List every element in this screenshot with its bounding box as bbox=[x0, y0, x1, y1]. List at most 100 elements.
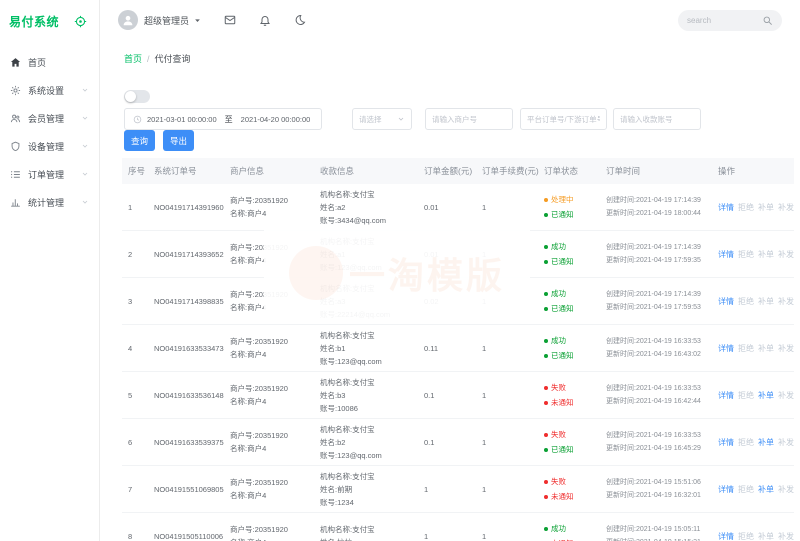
search-icon[interactable] bbox=[762, 15, 773, 26]
column-header: 收款信息 bbox=[314, 165, 418, 177]
action-link[interactable]: 详情 bbox=[718, 438, 734, 447]
breadcrumb-current: 代付查询 bbox=[155, 52, 191, 65]
row-payee-info: 机构名称:支付宝姓名:a2账号:3434@qq.com bbox=[314, 188, 418, 227]
action-link[interactable]: 补单 bbox=[758, 485, 774, 494]
sidebar-item-orders[interactable]: 订单管理 bbox=[0, 160, 99, 188]
status-dot-icon bbox=[544, 307, 548, 311]
action-link[interactable]: 补发 bbox=[778, 485, 794, 494]
row-fee: 1 bbox=[476, 530, 538, 541]
chevron-down-icon bbox=[81, 86, 89, 94]
row-actions: 详情拒绝补单补发 bbox=[712, 202, 794, 213]
target-icon[interactable] bbox=[74, 15, 87, 28]
row-status: 失败未通知 bbox=[538, 474, 600, 504]
sidebar-item-members[interactable]: 会员管理 bbox=[0, 104, 99, 132]
filter-row: 2021-03-01 00:00:00 至 2021-04-20 00:00:0… bbox=[124, 108, 701, 130]
row-order-no: NO04191505110006 bbox=[148, 530, 224, 541]
column-header: 系统订单号 bbox=[148, 165, 224, 177]
status-label: 处理中 bbox=[551, 192, 574, 207]
action-link[interactable]: 补单 bbox=[758, 438, 774, 447]
date-range-picker[interactable]: 2021-03-01 00:00:00 至 2021-04-20 00:00:0… bbox=[124, 108, 322, 130]
action-link[interactable]: 补单 bbox=[758, 203, 774, 212]
query-button[interactable]: 查询 bbox=[124, 130, 155, 151]
payee-account-input[interactable] bbox=[613, 108, 701, 130]
row-merchant-info: 商户号:20351920名称:商户4 bbox=[224, 288, 314, 314]
action-link[interactable]: 补发 bbox=[778, 391, 794, 400]
action-link[interactable]: 拒绝 bbox=[738, 203, 754, 212]
row-amount: 0.01 bbox=[418, 201, 476, 214]
row-payee-info: 机构名称:支付宝姓名:a3账号:22214@qq.com bbox=[314, 282, 418, 321]
sidebar-item-label: 系统设置 bbox=[28, 84, 64, 97]
select-placeholder: 请选择 bbox=[359, 114, 382, 125]
action-link[interactable]: 补单 bbox=[758, 250, 774, 259]
table-body: 1NO04191714391960商户号:20351920名称:商户4机构名称:… bbox=[122, 184, 794, 541]
row-actions: 详情拒绝补单补发 bbox=[712, 343, 794, 354]
sidebar-item-statistics[interactable]: 统计管理 bbox=[0, 188, 99, 216]
row-amount: 1 bbox=[418, 530, 476, 541]
row-actions: 详情拒绝补单补发 bbox=[712, 531, 794, 541]
logo-row: 易付系统 bbox=[0, 0, 99, 30]
action-link[interactable]: 补单 bbox=[758, 391, 774, 400]
column-header: 订单金额(元) bbox=[418, 165, 476, 177]
filter-toggle-switch[interactable] bbox=[124, 90, 150, 103]
table-row: 4NO04191633533473商户号:20351920名称:商户4机构名称:… bbox=[122, 325, 794, 372]
sidebar-item-label: 统计管理 bbox=[28, 196, 64, 209]
sidebar-item-label: 设备管理 bbox=[28, 140, 64, 153]
app-title: 易付系统 bbox=[9, 13, 59, 30]
export-button[interactable]: 导出 bbox=[163, 130, 194, 151]
row-index: 5 bbox=[122, 389, 148, 402]
moon-icon[interactable] bbox=[294, 14, 306, 26]
row-actions: 详情拒绝补单补发 bbox=[712, 249, 794, 260]
row-amount: 0.1 bbox=[418, 436, 476, 449]
action-link[interactable]: 补发 bbox=[778, 250, 794, 259]
search-input[interactable] bbox=[687, 16, 759, 25]
breadcrumb-home-link[interactable]: 首页 bbox=[124, 52, 142, 65]
status-select[interactable]: 请选择 bbox=[352, 108, 412, 130]
status-label: 失败 bbox=[551, 474, 566, 489]
action-link[interactable]: 拒绝 bbox=[738, 297, 754, 306]
action-link[interactable]: 补发 bbox=[778, 344, 794, 353]
row-payee-info: 机构名称:支付宝姓名:b2账号:123@qq.com bbox=[314, 423, 418, 462]
action-link[interactable]: 补发 bbox=[778, 297, 794, 306]
sidebar: 易付系统 首页 系统设置 会员管理 bbox=[0, 0, 100, 541]
sidebar-item-system-settings[interactable]: 系统设置 bbox=[0, 76, 99, 104]
action-link[interactable]: 详情 bbox=[718, 485, 734, 494]
status-dot-icon bbox=[544, 495, 548, 499]
action-link[interactable]: 拒绝 bbox=[738, 485, 754, 494]
status-label: 未通知 bbox=[551, 395, 574, 410]
mail-icon[interactable] bbox=[224, 14, 236, 26]
sidebar-item-devices[interactable]: 设备管理 bbox=[0, 132, 99, 160]
action-link[interactable]: 补发 bbox=[778, 203, 794, 212]
row-order-no: NO04191633536148 bbox=[148, 389, 224, 402]
action-link[interactable]: 拒绝 bbox=[738, 344, 754, 353]
column-header: 商户信息 bbox=[224, 165, 314, 177]
action-link[interactable]: 补单 bbox=[758, 297, 774, 306]
bell-icon[interactable] bbox=[259, 14, 271, 26]
action-link[interactable]: 详情 bbox=[718, 250, 734, 259]
row-merchant-info: 商户号:20351920名称:商户4 bbox=[224, 429, 314, 455]
action-link[interactable]: 详情 bbox=[718, 297, 734, 306]
action-link[interactable]: 拒绝 bbox=[738, 438, 754, 447]
sidebar-item-label: 订单管理 bbox=[28, 168, 64, 181]
action-link[interactable]: 拒绝 bbox=[738, 250, 754, 259]
row-order-no: NO04191714398835 bbox=[148, 295, 224, 308]
action-link[interactable]: 详情 bbox=[718, 532, 734, 541]
user-dropdown[interactable]: 超级管理员 bbox=[118, 10, 201, 30]
action-link[interactable]: 详情 bbox=[718, 203, 734, 212]
order-number-input[interactable] bbox=[520, 108, 607, 130]
row-status: 成功未通知 bbox=[538, 521, 600, 541]
action-link[interactable]: 补单 bbox=[758, 344, 774, 353]
action-link[interactable]: 详情 bbox=[718, 344, 734, 353]
action-link[interactable]: 拒绝 bbox=[738, 391, 754, 400]
global-search bbox=[678, 10, 782, 31]
status-dot-icon bbox=[544, 339, 548, 343]
action-link[interactable]: 补单 bbox=[758, 532, 774, 541]
action-link[interactable]: 拒绝 bbox=[738, 532, 754, 541]
action-link[interactable]: 详情 bbox=[718, 391, 734, 400]
sidebar-item-home[interactable]: 首页 bbox=[0, 48, 99, 76]
status-dot-icon bbox=[544, 292, 548, 296]
status-label: 成功 bbox=[551, 239, 566, 254]
column-header: 订单状态 bbox=[538, 165, 600, 177]
action-link[interactable]: 补发 bbox=[778, 532, 794, 541]
merchant-number-input[interactable] bbox=[425, 108, 513, 130]
action-link[interactable]: 补发 bbox=[778, 438, 794, 447]
